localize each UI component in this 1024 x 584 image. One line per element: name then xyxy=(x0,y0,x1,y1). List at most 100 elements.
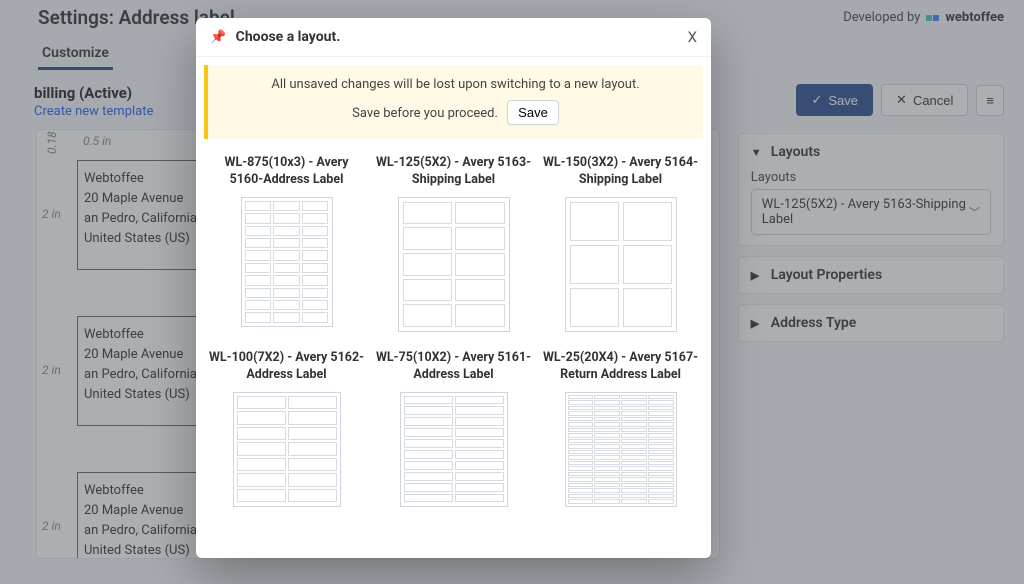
layout-preview-cell xyxy=(594,477,620,482)
layout-tile-title: WL-75(10X2) - Avery 5161-Address Label xyxy=(375,350,532,384)
modal-save-button[interactable]: Save xyxy=(507,100,559,125)
layout-tile-title: WL-125(5X2) - Avery 5163-Shipping Label xyxy=(375,155,532,189)
layout-preview-cell xyxy=(621,450,647,455)
layout-preview-cell xyxy=(245,263,272,273)
layout-preview xyxy=(400,392,508,507)
layout-preview-cell xyxy=(568,428,594,433)
layout-preview-cell xyxy=(648,422,674,427)
layout-preview-cell xyxy=(621,499,647,504)
layout-tile-title: WL-150(3X2) - Avery 5164-Shipping Label xyxy=(542,155,699,189)
layout-preview-cell xyxy=(648,494,674,499)
layout-tile[interactable]: WL-150(3X2) - Avery 5164-Shipping Label xyxy=(542,155,699,332)
layout-preview-cell xyxy=(237,427,286,441)
layout-preview xyxy=(241,197,333,327)
modal-close-button[interactable]: X xyxy=(688,28,697,46)
layout-preview-cell xyxy=(594,428,620,433)
layout-preview-cell xyxy=(568,417,594,422)
layout-preview-cell xyxy=(594,461,620,466)
layout-preview-cell xyxy=(455,461,504,470)
layout-preview-cell xyxy=(568,483,594,488)
layout-preview-cell xyxy=(273,288,300,298)
layout-preview-cell xyxy=(594,488,620,493)
layout-preview-cell xyxy=(568,444,594,449)
layout-preview-cell xyxy=(237,396,286,410)
layout-preview-cell xyxy=(273,226,300,236)
layout-tile[interactable]: WL-25(20X4) - Avery 5167-Return Address … xyxy=(542,350,699,507)
layout-preview-cell xyxy=(594,499,620,504)
layouts-scroll[interactable]: WL-875(10x3) - Avery 5160-Address Label W… xyxy=(196,141,711,558)
layout-preview-cell xyxy=(594,411,620,416)
layout-preview-cell xyxy=(648,483,674,488)
layout-preview-cell xyxy=(621,422,647,427)
layout-preview-cell xyxy=(288,473,337,487)
layout-preview-cell xyxy=(648,444,674,449)
layout-tile[interactable]: WL-875(10x3) - Avery 5160-Address Label xyxy=(208,155,365,332)
layout-preview-cell xyxy=(594,406,620,411)
layout-preview-cell xyxy=(594,400,620,405)
layout-preview-cell xyxy=(568,400,594,405)
layout-preview-cell xyxy=(245,213,272,223)
layout-preview-cell xyxy=(594,466,620,471)
layout-tile[interactable]: WL-75(10X2) - Avery 5161-Address Label xyxy=(375,350,532,507)
layout-preview-cell xyxy=(570,202,619,241)
layout-tile-title: WL-875(10x3) - Avery 5160-Address Label xyxy=(208,155,365,189)
layouts-grid: WL-875(10x3) - Avery 5160-Address Label W… xyxy=(208,155,699,507)
layout-preview-cell xyxy=(455,396,504,405)
layout-preview-cell xyxy=(245,250,272,260)
layout-preview-cell xyxy=(302,263,329,273)
layout-preview-cell xyxy=(273,300,300,310)
modal-warning-line2-wrap: Save before you proceed. Save xyxy=(226,100,685,125)
layout-preview-cell xyxy=(455,406,504,415)
layout-preview-cell xyxy=(621,494,647,499)
layout-preview-cell xyxy=(648,472,674,477)
layout-preview-cell xyxy=(568,433,594,438)
layout-preview-cell xyxy=(237,489,286,503)
layout-preview-cell xyxy=(288,411,337,425)
layout-preview-cell xyxy=(648,395,674,400)
layout-preview-cell xyxy=(621,488,647,493)
layout-preview-cell xyxy=(621,483,647,488)
layout-preview xyxy=(398,197,510,332)
layout-preview-cell xyxy=(568,411,594,416)
layout-preview-cell xyxy=(648,417,674,422)
layout-tile[interactable]: WL-100(7X2) - Avery 5162-Address Label xyxy=(208,350,365,507)
layout-preview-cell xyxy=(568,422,594,427)
layout-preview-cell xyxy=(568,406,594,411)
layout-preview-cell xyxy=(568,455,594,460)
layout-preview-cell xyxy=(245,238,272,248)
layout-preview-cell xyxy=(594,395,620,400)
layout-preview-cell xyxy=(568,395,594,400)
layout-preview-cell xyxy=(568,461,594,466)
layout-preview-cell xyxy=(648,406,674,411)
layout-preview-cell xyxy=(273,213,300,223)
layout-preview-cell xyxy=(621,461,647,466)
layout-preview-cell xyxy=(621,406,647,411)
layout-preview-cell xyxy=(403,227,453,250)
layout-preview-cell xyxy=(288,442,337,456)
page-root: Settings: Address label Developed by web… xyxy=(0,0,1024,584)
modal-header: 📌 Choose a layout. X xyxy=(196,18,711,57)
pin-icon: 📌 xyxy=(210,30,226,45)
layout-preview-cell xyxy=(404,428,453,437)
layout-preview-cell xyxy=(621,466,647,471)
layout-tile[interactable]: WL-125(5X2) - Avery 5163-Shipping Label xyxy=(375,155,532,332)
layout-preview-cell xyxy=(404,461,453,470)
layout-tile-title: WL-100(7X2) - Avery 5162-Address Label xyxy=(208,350,365,384)
layout-preview xyxy=(233,392,341,507)
layout-preview-cell xyxy=(568,477,594,482)
layout-preview-cell xyxy=(570,245,619,284)
layout-preview-cell xyxy=(302,226,329,236)
layout-preview-cell xyxy=(245,288,272,298)
layout-preview-cell xyxy=(621,395,647,400)
modal-warning-line2: Save before you proceed. xyxy=(352,106,498,121)
layout-preview-cell xyxy=(403,253,453,276)
layout-preview-cell xyxy=(404,472,453,481)
layout-preview-cell xyxy=(621,444,647,449)
layout-preview-cell xyxy=(404,483,453,492)
layout-preview-cell xyxy=(568,439,594,444)
layout-preview-cell xyxy=(273,238,300,248)
layout-preview-cell xyxy=(302,250,329,260)
layout-preview-cell xyxy=(568,494,594,499)
layout-preview-cell xyxy=(237,411,286,425)
layout-preview-cell xyxy=(648,499,674,504)
